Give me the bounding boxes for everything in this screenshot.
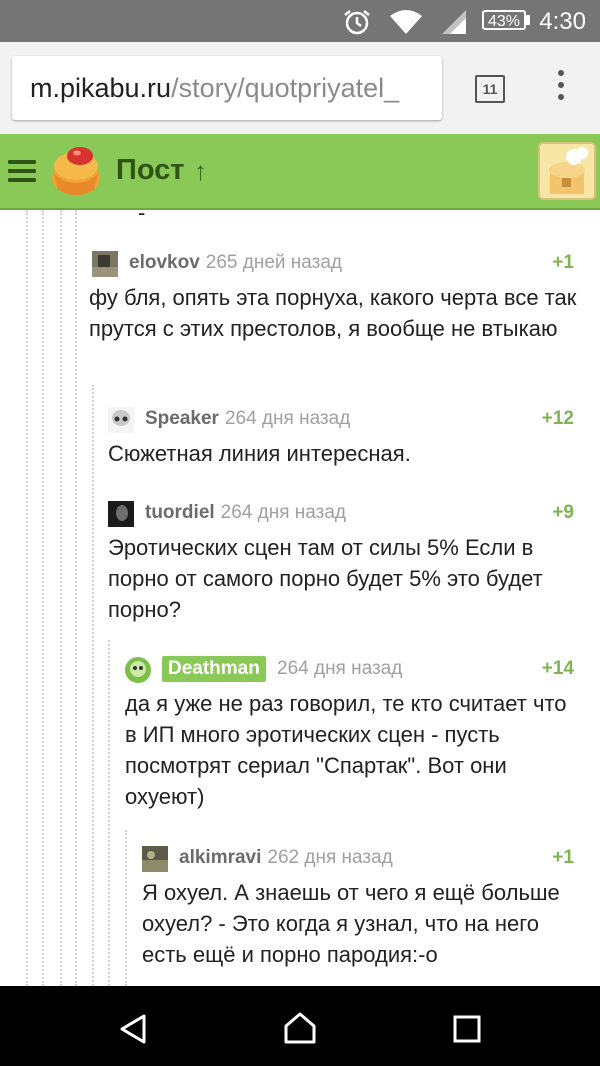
avatar[interactable]	[142, 846, 168, 872]
home-icon[interactable]	[282, 1010, 318, 1046]
back-icon[interactable]	[116, 1012, 150, 1046]
comment-rating: +1	[552, 847, 574, 868]
comment-header: Speaker 264 дня назад +12	[108, 404, 600, 434]
thread-line	[42, 210, 44, 986]
comment-time: 264 дня назад	[224, 408, 351, 429]
browser-toolbar: m.pikabu.ru/story/quotpriyatel_ 11	[0, 42, 600, 135]
comments-thread: - elovkov 265 дней назад +1 фу бля, опять…	[0, 210, 600, 986]
thread-line	[92, 385, 94, 986]
battery-level: 43%	[487, 13, 521, 30]
comment-author[interactable]: Speaker 264 дня назад	[145, 408, 350, 430]
page-title: Пост	[116, 154, 185, 186]
comment-header: alkimravi 262 дня назад +1	[142, 843, 600, 873]
comment-author[interactable]: tuordiel 264 дня назад	[145, 502, 346, 524]
comment-text: Сюжетная линия интересная.	[108, 441, 411, 466]
battery-icon: 43%	[482, 10, 526, 30]
user-avatar[interactable]	[538, 142, 596, 200]
comment-time: 264 дня назад	[220, 502, 347, 523]
comment-text: фу бля, опять эта порнуха, какого черта …	[89, 285, 577, 341]
menu-icon[interactable]	[8, 160, 36, 182]
status-time: 4:30	[539, 8, 586, 35]
comment-rating: +14	[541, 658, 574, 679]
avatar[interactable]	[92, 251, 118, 277]
comment: Deathman 264 дня назад +14 да я уже не р…	[125, 654, 600, 812]
comment-author[interactable]: Deathman	[162, 656, 266, 682]
comment-time: 262 дня назад	[267, 847, 393, 868]
comment-text: Я охуел. А знаешь от чего я ещё больше о…	[142, 880, 560, 967]
comment-author[interactable]: alkimravi 262 дня назад	[179, 847, 393, 869]
url-host: m.pikabu.ru	[30, 73, 172, 103]
signal-icon	[442, 10, 466, 34]
comment-author[interactable]: elovkov 265 дней назад	[129, 252, 342, 274]
battery-tip	[526, 15, 530, 25]
clipped-text: -	[138, 210, 146, 225]
avatar[interactable]	[108, 407, 134, 433]
comment-text: Эротических сцен там от силы 5% Если в п…	[108, 535, 543, 622]
comment-rating: +9	[552, 502, 574, 523]
comment-rating: +12	[541, 408, 574, 429]
browser-menu-icon[interactable]	[554, 70, 568, 110]
system-nav-bar	[0, 986, 600, 1066]
comment: alkimravi 262 дня назад +1 Я охуел. А зна…	[142, 843, 600, 970]
scroll-up-arrow-icon[interactable]: ↑	[194, 156, 207, 187]
comment-header: elovkov 265 дней назад +1	[92, 248, 600, 278]
status-bar: 43% 4:30	[0, 0, 600, 42]
thread-line	[108, 640, 110, 986]
thread-line	[26, 210, 28, 986]
thread-line	[125, 830, 127, 986]
url-path: /story/quotpriyatel_	[171, 73, 400, 103]
comment: tuordiel 264 дня назад +9 Эротических сце…	[108, 498, 600, 625]
comment-header: Deathman 264 дня назад +14	[125, 654, 600, 684]
comment-rating: +1	[552, 252, 574, 273]
comment-time: 264 дня назад	[277, 658, 403, 679]
comment: elovkov 265 дней назад +1 фу бля, опять э…	[89, 248, 600, 344]
site-header: Пост ↑	[0, 134, 600, 210]
comment-text: да я уже не раз говорил, те кто считает …	[125, 691, 567, 809]
address-bar[interactable]: m.pikabu.ru/story/quotpriyatel_	[12, 56, 442, 120]
comment: Speaker 264 дня назад +12 Сюжетная линия …	[108, 404, 600, 469]
thread-line	[75, 210, 77, 986]
comment-header: tuordiel 264 дня назад +9	[108, 498, 600, 528]
thread-line	[60, 210, 62, 986]
pikabu-logo-icon[interactable]	[48, 144, 104, 198]
tabs-switcher-button[interactable]: 11	[475, 75, 505, 103]
avatar[interactable]	[108, 501, 134, 527]
wifi-icon	[390, 10, 422, 34]
comment-time: 265 дней назад	[205, 252, 342, 273]
recents-icon[interactable]	[452, 1014, 482, 1044]
avatar[interactable]	[125, 657, 151, 683]
alarm-icon	[344, 10, 370, 35]
